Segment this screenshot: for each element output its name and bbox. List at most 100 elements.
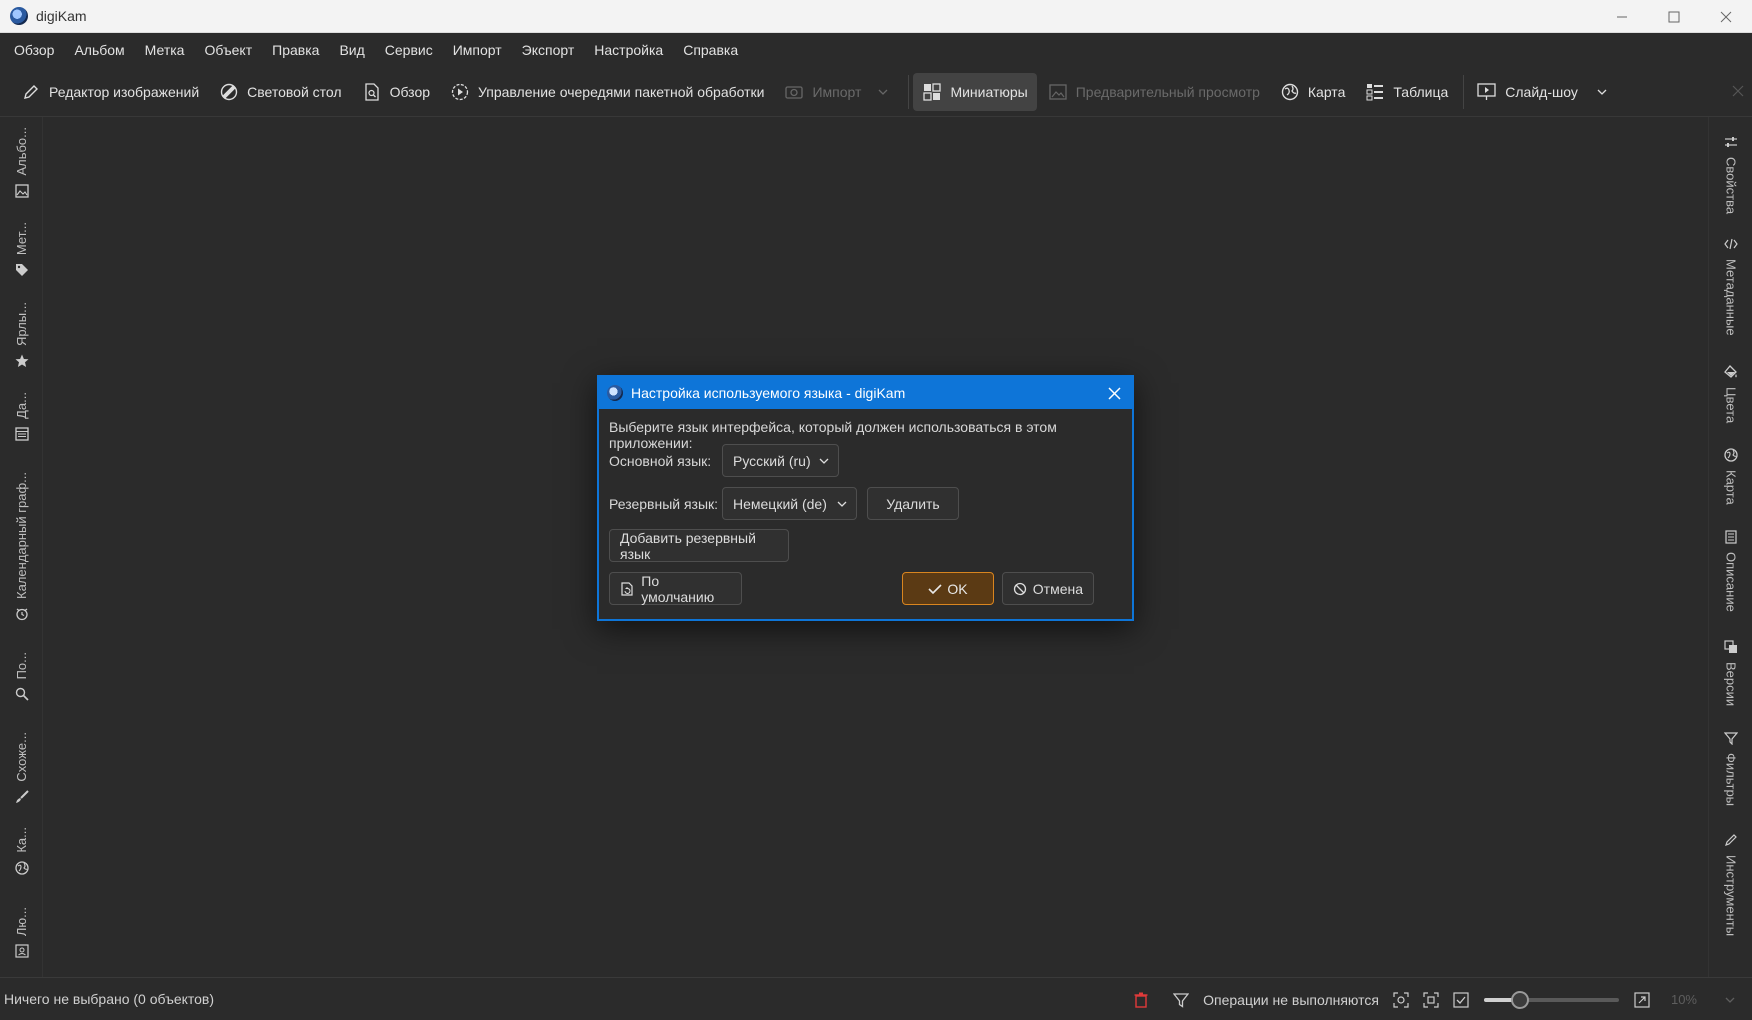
- slideshow-icon: [1477, 82, 1497, 102]
- light-table-button[interactable]: Световой стол: [210, 73, 350, 111]
- sidebar-tab-colors[interactable]: Цвета: [1709, 357, 1752, 423]
- sidebar-tab-properties[interactable]: Свойства: [1709, 127, 1752, 214]
- sidebar-tab-description[interactable]: Описание: [1709, 522, 1752, 612]
- code-icon: [1722, 235, 1740, 253]
- trash-icon[interactable]: [1134, 992, 1148, 1008]
- zoom-level[interactable]: 10%: [1671, 992, 1697, 1007]
- fit-to-window-icon[interactable]: [1393, 991, 1409, 1008]
- menu-export[interactable]: Экспорт: [512, 35, 585, 65]
- globe-icon: [13, 859, 31, 877]
- sidebar-tab-tools[interactable]: Инструменты: [1709, 825, 1752, 936]
- toolbar-separator: [1463, 74, 1465, 109]
- brush-icon: [13, 788, 31, 806]
- table-button[interactable]: Таблица: [1356, 73, 1457, 111]
- main-toolbar: Редактор изображений Световой стол Обзор…: [0, 67, 1752, 117]
- sidebar-tab-filters[interactable]: Фильтры: [1709, 723, 1752, 806]
- zoom-slider[interactable]: [1483, 990, 1619, 1009]
- browse-button[interactable]: Обзор: [353, 73, 439, 111]
- add-fallback-button[interactable]: Добавить резервный язык: [609, 529, 789, 562]
- map-button[interactable]: Карта: [1271, 73, 1354, 111]
- chevron-down-icon[interactable]: [1724, 994, 1736, 1006]
- toolbar-close-icon: [1732, 84, 1744, 100]
- light-table-icon: [219, 82, 239, 102]
- document-icon: [1722, 528, 1740, 546]
- add-fallback-row: Добавить резервный язык: [609, 529, 789, 562]
- zoom-actual-icon[interactable]: [1453, 991, 1469, 1008]
- defaults-button[interactable]: По умолчанию: [609, 572, 742, 605]
- maximize-button[interactable]: [1648, 0, 1700, 33]
- document-search-icon: [362, 82, 382, 102]
- sidebar-tab-metadata[interactable]: Метаданные: [1709, 229, 1752, 336]
- cancel-button[interactable]: Отмена: [1002, 572, 1094, 605]
- search-icon: [13, 685, 31, 703]
- table-icon: [1365, 82, 1385, 102]
- remove-fallback-button[interactable]: Удалить: [867, 487, 959, 520]
- fallback-language-select[interactable]: Немецкий (de): [722, 487, 857, 520]
- sidebar-tab-versions[interactable]: Версии: [1709, 632, 1752, 706]
- sidebar-tab-timeline[interactable]: Календарный граф...: [0, 472, 43, 629]
- sidebar-tab-tags[interactable]: Мет...: [0, 222, 43, 285]
- right-sidebar: Свойства Метаданные Цвета Карта Описание…: [1708, 117, 1752, 977]
- menu-browse[interactable]: Обзор: [4, 35, 64, 65]
- menu-settings[interactable]: Настройка: [584, 35, 673, 65]
- menu-tag[interactable]: Метка: [135, 35, 195, 65]
- title-bar: digiKam: [0, 0, 1752, 33]
- filter-icon: [1722, 729, 1740, 747]
- window-title: digiKam: [36, 8, 87, 24]
- ok-button[interactable]: OK: [902, 572, 994, 605]
- fallback-language-row: Резервный язык: Немецкий (de) Удалить: [609, 487, 959, 520]
- menu-tools[interactable]: Сервис: [375, 35, 443, 65]
- primary-language-row: Основной язык: Русский (ru): [609, 444, 839, 477]
- slideshow-button[interactable]: Слайд-шоу: [1468, 73, 1621, 111]
- filter-icon[interactable]: [1173, 992, 1190, 1008]
- dialog-title: Настройка используемого языка - digiKam: [631, 385, 906, 401]
- chevron-down-icon: [1592, 82, 1612, 102]
- window-controls: [1596, 0, 1752, 33]
- checkmark-icon: [928, 583, 942, 594]
- paint-bucket-icon: [1722, 363, 1740, 381]
- sidebar-tab-albums[interactable]: Альбо...: [0, 127, 43, 206]
- menu-help[interactable]: Справка: [673, 35, 748, 65]
- menu-view[interactable]: Вид: [329, 35, 374, 65]
- sidebar-tab-map[interactable]: Ка...: [0, 827, 43, 883]
- menu-item[interactable]: Объект: [194, 35, 262, 65]
- preview-button[interactable]: Предварительный просмотр: [1039, 73, 1269, 111]
- chevron-down-icon: [837, 501, 847, 507]
- sidebar-tab-dates[interactable]: Да...: [0, 392, 43, 449]
- dialog-body: Выберите язык интерфейса, который должен…: [599, 409, 1132, 621]
- close-button[interactable]: [1700, 0, 1752, 33]
- import-button[interactable]: Импорт: [775, 73, 902, 111]
- sidebar-tab-similarity[interactable]: Схоже...: [0, 732, 43, 812]
- image-preview-icon: [1048, 82, 1068, 102]
- pencil-icon: [21, 82, 41, 102]
- menu-edit[interactable]: Правка: [262, 35, 329, 65]
- thumbnails-button[interactable]: Миниатюры: [913, 72, 1037, 111]
- status-bar: Ничего не выбрано (0 объектов) Операции …: [0, 977, 1752, 1020]
- dialog-close-button[interactable]: [1104, 383, 1124, 403]
- operations-status: Операции не выполняются: [1203, 991, 1379, 1008]
- zoom-fit-icon[interactable]: [1423, 991, 1439, 1008]
- selection-status: Ничего не выбрано (0 объектов): [4, 991, 215, 1007]
- minimize-button[interactable]: [1596, 0, 1648, 33]
- globe-icon: [1280, 82, 1300, 102]
- maximize-icon: [1668, 11, 1680, 22]
- tag-icon: [13, 261, 31, 279]
- language-settings-dialog: Настройка используемого языка - digiKam …: [597, 375, 1134, 621]
- batch-queue-button[interactable]: Управление очередями пакетной обработки: [441, 73, 773, 111]
- menu-import[interactable]: Импорт: [443, 35, 512, 65]
- sidebar-tab-map-right[interactable]: Карта: [1709, 440, 1752, 505]
- zoom-slider-handle[interactable]: [1511, 990, 1530, 1009]
- zoom-expand-icon[interactable]: [1634, 991, 1650, 1008]
- dialog-button-row: По умолчанию OK Отмена: [609, 572, 1119, 605]
- menu-album[interactable]: Альбом: [64, 35, 134, 65]
- primary-language-select[interactable]: Русский (ru): [722, 444, 839, 477]
- sidebar-tab-people[interactable]: Лю...: [0, 907, 43, 966]
- document-restore-icon: [621, 581, 633, 596]
- grid-icon: [922, 82, 942, 102]
- image-icon: [13, 182, 31, 200]
- image-editor-button[interactable]: Редактор изображений: [12, 73, 208, 111]
- sidebar-tab-labels[interactable]: Ярлы...: [0, 302, 43, 376]
- sidebar-tab-search[interactable]: По...: [0, 652, 43, 709]
- primary-language-label: Основной язык:: [609, 452, 712, 469]
- menu-bar: Обзор Альбом Метка Объект Правка Вид Сер…: [0, 33, 1752, 67]
